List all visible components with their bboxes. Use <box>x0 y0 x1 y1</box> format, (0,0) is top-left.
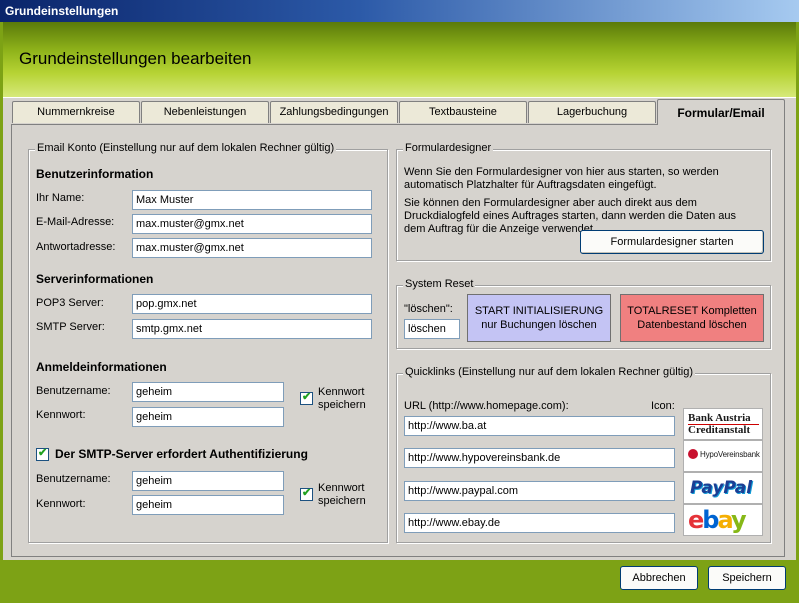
smtp-auth-checkbox[interactable]: ✔ <box>36 447 49 461</box>
server-info-heading: Serverinformationen <box>36 272 154 286</box>
password-input[interactable] <box>132 407 284 427</box>
tab-textbausteine[interactable]: Textbausteine <box>399 101 527 123</box>
smtp-password-input[interactable] <box>132 495 284 515</box>
reply-label: Antwortadresse: <box>36 241 116 253</box>
checkmark-icon: ✔ <box>38 447 48 459</box>
url-column-label: URL (http://www.homepage.com): <box>404 400 569 412</box>
smtp-username-input[interactable] <box>132 471 284 491</box>
hypovereinsbank-logo[interactable]: HypoVereinsbank <box>683 440 763 472</box>
start-initialization-button[interactable]: START INITIALISIERUNG nur Buchungen lösc… <box>467 294 611 342</box>
smtp-input[interactable] <box>132 319 372 339</box>
reply-input[interactable] <box>132 238 372 258</box>
hypo-emblem-icon <box>688 449 698 459</box>
smtp-username-label: Benutzername: <box>36 473 111 485</box>
window-titlebar[interactable]: Grundeinstellungen <box>0 0 799 22</box>
username-input[interactable] <box>132 382 284 402</box>
tab-formular-email[interactable]: Formular/Email <box>657 99 785 125</box>
checkmark-icon: ✔ <box>302 487 312 499</box>
quicklink-url-input-3[interactable] <box>404 481 675 501</box>
delete-confirm-input[interactable] <box>404 319 460 339</box>
smtp-save-password-checkbox[interactable]: ✔ <box>300 487 313 501</box>
quicklink-url-input-4[interactable] <box>404 513 675 533</box>
checkmark-icon: ✔ <box>302 391 312 403</box>
password-label: Kennwort: <box>36 409 86 421</box>
header-banner: Grundeinstellungen bearbeiten <box>3 22 796 97</box>
system-reset-group: System Reset "löschen": START INITIALISI… <box>396 278 771 349</box>
icon-column-label: Icon: <box>651 400 675 412</box>
email-label: E-Mail-Adresse: <box>36 216 115 228</box>
tab-nummernkreise[interactable]: Nummernkreise <box>12 101 140 123</box>
total-reset-button[interactable]: TOTALRESET Kompletten Datenbestand lösch… <box>620 294 764 342</box>
smtp-save-password-label: Kennwort speichern <box>318 482 366 507</box>
smtp-label: SMTP Server: <box>36 321 105 333</box>
form-designer-text-1: Wenn Sie den Formulardesigner von hier a… <box>404 166 719 191</box>
tab-page-formular-email: Email Konto (Einstellung nur auf dem lok… <box>11 124 785 557</box>
username-label: Benutzername: <box>36 385 111 397</box>
quicklinks-legend: Quicklinks (Einstellung nur auf dem loka… <box>403 366 695 378</box>
delete-confirm-label: "löschen": <box>404 303 453 315</box>
tab-zahlungsbedingungen[interactable]: Zahlungsbedingungen <box>270 101 398 123</box>
email-input[interactable] <box>132 214 372 234</box>
smtp-auth-label[interactable]: Der SMTP-Server erfordert Authentifizier… <box>55 447 308 461</box>
name-input[interactable] <box>132 190 372 210</box>
window-title: Grundeinstellungen <box>5 4 119 18</box>
form-designer-legend: Formulardesigner <box>403 142 494 154</box>
quicklink-url-input-1[interactable] <box>404 416 675 436</box>
tab-lagerbuchung[interactable]: Lagerbuchung <box>528 101 656 123</box>
save-password-label: Kennwort speichern <box>318 386 366 411</box>
tab-nebenleistungen[interactable]: Nebenleistungen <box>141 101 269 123</box>
ebay-logo[interactable]: ebay ebay <box>683 504 763 536</box>
smtp-password-label: Kennwort: <box>36 498 86 510</box>
email-account-group: Email Konto (Einstellung nur auf dem lok… <box>28 142 388 543</box>
save-button[interactable]: Speichern <box>708 566 786 590</box>
form-designer-group: Formulardesigner Wenn Sie den Formularde… <box>396 142 771 261</box>
user-info-heading: Benutzerinformation <box>36 167 154 181</box>
paypal-logo[interactable]: PayPal <box>683 472 763 504</box>
cancel-button[interactable]: Abbrechen <box>620 566 698 590</box>
pop3-label: POP3 Server: <box>36 297 104 309</box>
bank-austria-logo[interactable]: Bank Austria Creditanstalt <box>683 408 763 440</box>
settings-window: Grundeinstellungen Grundeinstellungen be… <box>0 0 799 603</box>
system-reset-legend: System Reset <box>403 278 476 290</box>
pop3-input[interactable] <box>132 294 372 314</box>
page-title: Grundeinstellungen bearbeiten <box>19 49 252 68</box>
login-info-heading: Anmeldeinformationen <box>36 360 167 374</box>
email-account-legend: Email Konto (Einstellung nur auf dem lok… <box>35 142 337 154</box>
name-label: Ihr Name: <box>36 192 85 204</box>
start-form-designer-button[interactable]: Formulardesigner starten <box>580 230 764 254</box>
save-password-checkbox[interactable]: ✔ <box>300 391 313 405</box>
quicklink-url-input-2[interactable] <box>404 448 675 468</box>
